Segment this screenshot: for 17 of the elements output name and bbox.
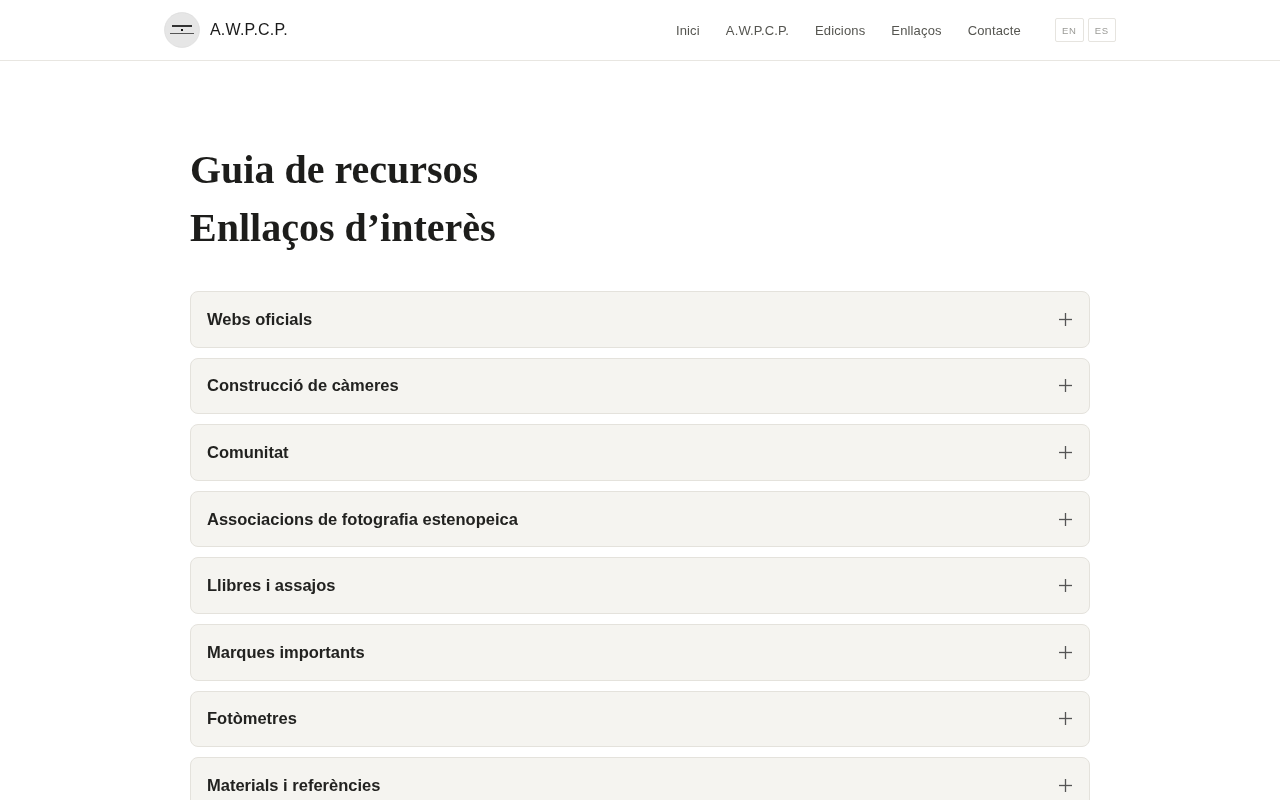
accordion-header[interactable]: Fotòmetres (190, 690, 1090, 748)
brand-link[interactable]: A.W.P.C.P. (210, 21, 288, 39)
accordion-header[interactable]: Webs oficials (190, 291, 1090, 348)
accordion-header[interactable]: Construcció de càmeres (190, 357, 1090, 415)
accordion-header[interactable]: Materials i referències (190, 757, 1090, 800)
accordion-header[interactable]: Llibres i assajos (190, 557, 1090, 614)
logo-icon (164, 12, 200, 48)
page-heading: Enllaços d’interès (190, 204, 497, 252)
nav-link[interactable]: Enllaços (891, 22, 942, 38)
nav-link[interactable]: Inici (675, 22, 700, 38)
nav-link[interactable]: A.W.P.C.P. (725, 22, 789, 38)
page-heading: Guia de recursos (190, 146, 480, 194)
accordion-header[interactable]: Associacions de fotografia estenopeica (190, 490, 1090, 548)
nav-link[interactable]: Edicions (815, 22, 866, 38)
nav-link[interactable]: Contacte (967, 22, 1021, 38)
accordion-header[interactable]: Comunitat (190, 424, 1090, 481)
accordion-header[interactable]: Marques importants (190, 623, 1090, 681)
